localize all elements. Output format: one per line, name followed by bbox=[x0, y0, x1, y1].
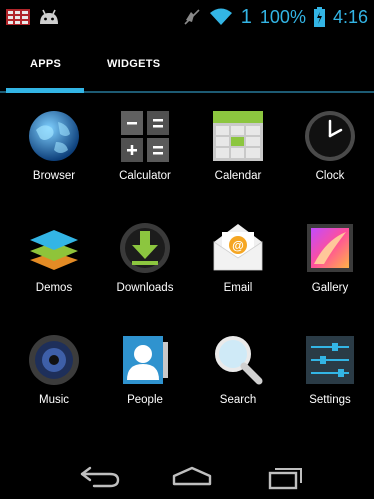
clock-time: 4:16 bbox=[332, 6, 368, 27]
navigation-bar bbox=[0, 452, 374, 499]
app-label: Downloads bbox=[116, 282, 174, 294]
battery-icon bbox=[313, 7, 325, 27]
mute-icon bbox=[184, 9, 200, 25]
signal-number: 1 bbox=[240, 5, 252, 28]
app-label: Gallery bbox=[311, 282, 349, 294]
app-grid: Browser Calculator Calendar Clock Demos … bbox=[0, 104, 374, 434]
recent-apps-icon[interactable] bbox=[266, 464, 306, 490]
tab-widgets[interactable]: WIDGETS bbox=[107, 58, 160, 70]
app-label: Calendar bbox=[214, 170, 262, 182]
app-demos[interactable]: Demos bbox=[8, 216, 100, 316]
app-label: Browser bbox=[32, 170, 76, 182]
app-label: People bbox=[127, 394, 163, 406]
tab-apps[interactable]: APPS bbox=[30, 58, 61, 70]
app-label: Search bbox=[219, 394, 257, 406]
app-calculator[interactable]: Calculator bbox=[99, 104, 191, 204]
calculator-icon bbox=[121, 111, 169, 162]
svg-text:@: @ bbox=[232, 239, 244, 253]
app-label: Calculator bbox=[119, 170, 171, 182]
app-music[interactable]: Music bbox=[8, 328, 100, 428]
notification-grid-icon bbox=[6, 9, 30, 25]
app-label: Settings bbox=[309, 394, 351, 406]
app-email[interactable]: @ Email bbox=[192, 216, 284, 316]
app-gallery[interactable]: Gallery bbox=[284, 216, 374, 316]
selected-tab-indicator bbox=[6, 88, 84, 93]
demos-layers-icon bbox=[30, 230, 78, 270]
people-contacts-icon bbox=[123, 336, 168, 384]
app-browser[interactable]: Browser bbox=[8, 104, 100, 204]
browser-globe-icon bbox=[29, 111, 79, 161]
app-label: Email bbox=[223, 282, 253, 294]
downloads-icon bbox=[120, 223, 170, 273]
app-settings[interactable]: Settings bbox=[284, 328, 374, 428]
gallery-icon bbox=[307, 224, 353, 272]
app-downloads[interactable]: Downloads bbox=[99, 216, 191, 316]
email-envelope-icon: @ bbox=[213, 224, 263, 271]
app-label: Music bbox=[38, 394, 70, 406]
clock-icon bbox=[305, 111, 355, 161]
app-clock[interactable]: Clock bbox=[284, 104, 374, 204]
settings-sliders-icon bbox=[306, 336, 354, 384]
battery-percent: 100% bbox=[259, 6, 306, 27]
wifi-icon bbox=[209, 8, 232, 25]
status-bar: 1 100% 4:16 bbox=[0, 0, 374, 34]
app-label: Demos bbox=[35, 282, 73, 294]
android-icon bbox=[40, 9, 58, 24]
music-speaker-icon bbox=[29, 335, 79, 385]
search-magnifier-icon bbox=[215, 336, 263, 385]
app-label: Clock bbox=[315, 170, 345, 182]
app-calendar[interactable]: Calendar bbox=[192, 104, 284, 204]
home-icon[interactable] bbox=[170, 464, 214, 488]
app-people[interactable]: People bbox=[99, 328, 191, 428]
app-search[interactable]: Search bbox=[192, 328, 284, 428]
calendar-icon bbox=[213, 111, 263, 161]
back-icon[interactable] bbox=[76, 464, 122, 488]
